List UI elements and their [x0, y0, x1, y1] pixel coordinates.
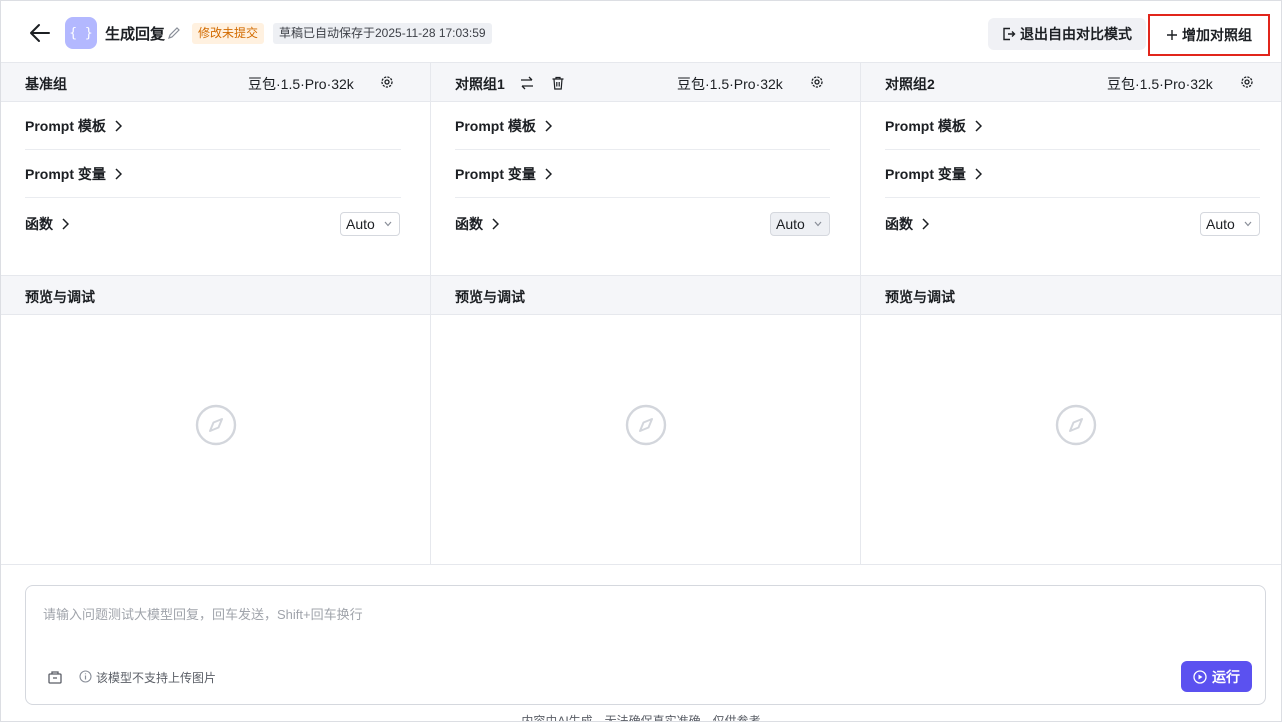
- settings-gear-icon[interactable]: [809, 74, 825, 90]
- functions-label: 函数: [25, 216, 53, 232]
- prompt-variables-row[interactable]: Prompt 变量: [455, 150, 830, 198]
- group-name: 基准组: [25, 76, 67, 92]
- prompt-variables-label: Prompt 变量: [25, 165, 106, 182]
- column-comparison-1: 对照组1 豆包·1.5·Pro·32k Prompt 模板 Prompt 变量 …: [431, 63, 861, 565]
- column-header: 对照组2 豆包·1.5·Pro·32k: [861, 63, 1281, 102]
- chevron-right-icon: [115, 167, 122, 180]
- preview-debug-header: 预览与调试: [431, 275, 860, 315]
- back-arrow-icon[interactable]: [27, 21, 53, 45]
- upload-image-icon[interactable]: [47, 669, 63, 685]
- chevron-down-icon: [814, 221, 822, 227]
- preview-debug-header: 预览与调试: [861, 275, 1281, 315]
- model-selector[interactable]: 豆包·1.5·Pro·32k: [1107, 74, 1213, 94]
- model-selector[interactable]: 豆包·1.5·Pro·32k: [248, 74, 354, 94]
- delete-trash-icon[interactable]: [550, 75, 566, 91]
- prompt-template-label: Prompt 模板: [25, 117, 106, 134]
- question-input-placeholder[interactable]: 请输入问题测试大模型回复，回车发送，Shift+回车换行: [43, 604, 363, 623]
- preview-debug-title: 预览与调试: [25, 289, 95, 305]
- chevron-right-icon: [975, 119, 982, 132]
- function-mode-select[interactable]: Auto: [770, 212, 830, 236]
- column-baseline: 基准组 豆包·1.5·Pro·32k Prompt 模板 Prompt 变量 函…: [1, 63, 431, 565]
- chevron-right-icon: [62, 218, 69, 230]
- prompt-variables-row[interactable]: Prompt 变量: [25, 150, 401, 198]
- exit-icon: [1003, 27, 1016, 41]
- chevron-right-icon: [492, 218, 499, 230]
- swap-icon[interactable]: [519, 75, 535, 91]
- group-name: 对照组1: [455, 76, 505, 92]
- compass-icon: [1055, 404, 1097, 446]
- ai-disclaimer: 内容由AI生成，无法确保真实准确，仅供参考: [521, 714, 761, 722]
- run-button[interactable]: 运行: [1181, 661, 1252, 692]
- compass-icon: [195, 404, 237, 446]
- prompt-variables-row[interactable]: Prompt 变量: [885, 150, 1260, 198]
- modified-status-badge: 修改未提交: [192, 23, 265, 44]
- page-title: 生成回复: [105, 26, 166, 43]
- chevron-right-icon: [975, 167, 982, 180]
- compass-icon: [625, 404, 667, 446]
- upload-unsupported-hint: 该模型不支持上传图片: [96, 671, 217, 685]
- top-header: { } 生成回复 修改未提交 草稿已自动保存于2025-11-28 17:03:…: [1, 1, 1281, 63]
- settings-gear-icon[interactable]: [1239, 74, 1255, 90]
- prompt-variables-label: Prompt 变量: [455, 165, 536, 182]
- chevron-right-icon: [545, 119, 552, 132]
- functions-label: 函数: [885, 216, 913, 232]
- function-mode-value: Auto: [346, 216, 375, 232]
- chevron-down-icon: [384, 221, 392, 227]
- prompt-template-label: Prompt 模板: [885, 117, 966, 134]
- model-selector[interactable]: 豆包·1.5·Pro·32k: [677, 74, 783, 94]
- column-header: 基准组 豆包·1.5·Pro·32k: [1, 63, 430, 102]
- exit-compare-mode-label: 退出自由对比模式: [1020, 26, 1132, 42]
- prompt-template-row[interactable]: Prompt 模板: [25, 102, 401, 150]
- divider: [1, 564, 1281, 565]
- draft-saved-badge: 草稿已自动保存于2025-11-28 17:03:59: [273, 23, 492, 44]
- prompt-template-row[interactable]: Prompt 模板: [885, 102, 1260, 150]
- add-comparison-group-button[interactable]: 增加对照组: [1148, 14, 1270, 56]
- chevron-down-icon: [1244, 221, 1252, 227]
- function-mode-value: Auto: [1206, 216, 1235, 232]
- app-icon: { }: [65, 17, 97, 49]
- chevron-right-icon: [922, 218, 929, 230]
- exit-compare-mode-button[interactable]: 退出自由对比模式: [988, 18, 1146, 50]
- chevron-right-icon: [545, 167, 552, 180]
- settings-gear-icon[interactable]: [379, 74, 395, 90]
- prompt-template-label: Prompt 模板: [455, 117, 536, 134]
- question-input-box[interactable]: 请输入问题测试大模型回复，回车发送，Shift+回车换行 该模型不支持上传图片 …: [25, 585, 1266, 705]
- preview-debug-title: 预览与调试: [885, 289, 955, 305]
- edit-pencil-icon[interactable]: [167, 26, 181, 40]
- function-mode-select[interactable]: Auto: [1200, 212, 1260, 236]
- app-frame: { } 生成回复 修改未提交 草稿已自动保存于2025-11-28 17:03:…: [0, 0, 1282, 722]
- prompt-variables-label: Prompt 变量: [885, 165, 966, 182]
- column-comparison-2: 对照组2 豆包·1.5·Pro·32k Prompt 模板 Prompt 变量 …: [861, 63, 1281, 565]
- preview-debug-header: 预览与调试: [1, 275, 430, 315]
- run-button-label: 运行: [1212, 668, 1240, 685]
- prompt-template-row[interactable]: Prompt 模板: [455, 102, 830, 150]
- function-mode-select[interactable]: Auto: [340, 212, 400, 236]
- function-mode-value: Auto: [776, 216, 805, 232]
- play-circle-icon: [1193, 669, 1207, 684]
- functions-label: 函数: [455, 216, 483, 232]
- plus-icon: [1167, 30, 1177, 40]
- preview-debug-title: 预览与调试: [455, 289, 525, 305]
- add-comparison-group-label: 增加对照组: [1182, 27, 1252, 43]
- chevron-right-icon: [115, 119, 122, 132]
- group-name: 对照组2: [885, 76, 935, 92]
- info-icon: [79, 670, 92, 683]
- column-header: 对照组1 豆包·1.5·Pro·32k: [431, 63, 860, 102]
